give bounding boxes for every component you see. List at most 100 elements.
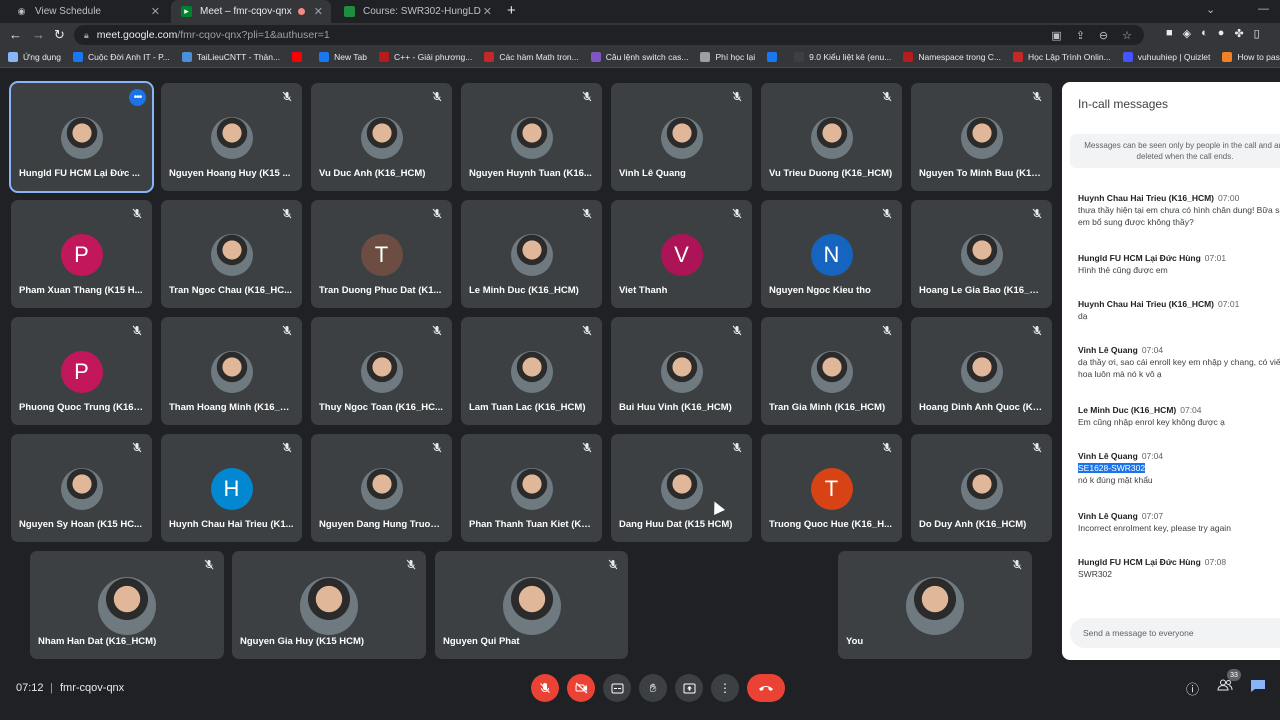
participant-tile[interactable]: Thuy Ngoc Toan (K16_HC... xyxy=(311,317,452,425)
bookmark-item[interactable]: C++ - Giải phương... xyxy=(379,52,472,62)
message-text: Em cũng nhập enrol key không được ạ xyxy=(1078,417,1225,427)
participant-tile[interactable]: Nguyen Hoang Huy (K15 ... xyxy=(161,83,302,191)
tile-options-icon[interactable]: ••• xyxy=(129,89,146,106)
bookmark-item[interactable]: 9.0 Kiểu liệt kê (enu... xyxy=(794,52,891,62)
bookmark-item[interactable]: Phí học lại xyxy=(700,52,755,62)
share-icon[interactable]: ⇪ xyxy=(1076,29,1085,42)
bookmark-item[interactable]: Câu lệnh switch cas... xyxy=(590,52,688,62)
tab-search-icon[interactable]: ⌄ xyxy=(1206,3,1215,16)
bookmark-item[interactable]: New Tab xyxy=(319,52,367,62)
close-tab-icon[interactable]: ✕ xyxy=(483,5,492,18)
bookmark-item[interactable]: Học Lập Trình Onlin... xyxy=(1013,52,1111,62)
message-time: 07:00 xyxy=(1218,193,1240,203)
bookmark-item[interactable]: TaiLieuCNTT - Thản... xyxy=(181,52,280,62)
message-text: Hình thẻ cũng được em xyxy=(1078,265,1168,275)
tab-course[interactable]: Course: SWR302-HungLD ✕ xyxy=(334,0,500,23)
participant-tile[interactable]: Tran Ngoc Chau (K16_HC... xyxy=(161,200,302,308)
url-field[interactable]: 🔒︎ meet.google.com/fmr-cqov-qnx?pli=1&au… xyxy=(74,25,1144,45)
shield-icon[interactable]: ◈ xyxy=(1183,27,1191,40)
bookmark-item[interactable]: Ứng dụng xyxy=(8,52,61,62)
people-icon[interactable] xyxy=(1217,679,1233,694)
participant-tile[interactable]: Nguyen Huynh Tuan (K16... xyxy=(461,83,602,191)
participant-tile[interactable]: T Tran Duong Phuc Dat (K1... xyxy=(311,200,452,308)
participant-tile[interactable]: Do Duy Anh (K16_HCM) xyxy=(911,434,1052,542)
participant-tile[interactable]: P Phuong Quoc Trung (K16_... xyxy=(11,317,152,425)
participant-tile[interactable]: Nham Han Dat (K16_HCM) xyxy=(30,551,224,659)
participant-tile[interactable]: N Nguyen Ngoc Kieu tho xyxy=(761,200,902,308)
participant-tile[interactable]: V Viet Thanh xyxy=(611,200,752,308)
extension-icon[interactable]: ◐ xyxy=(1201,27,1208,40)
participant-tile[interactable]: P Pham Xuan Thang (K15 H... xyxy=(11,200,152,308)
bookmark-favicon-icon xyxy=(794,52,805,62)
bookmark-item[interactable] xyxy=(292,52,307,62)
participant-tile[interactable]: Tham Hoang Minh (K16_H... xyxy=(161,317,302,425)
forward-icon[interactable]: → xyxy=(32,27,45,42)
chat-message-input[interactable]: Send a message to everyone xyxy=(1070,618,1280,648)
chat-icon[interactable] xyxy=(1250,679,1266,696)
back-icon[interactable]: ← xyxy=(9,27,22,42)
participant-avatar xyxy=(60,117,103,159)
participant-name: Vu Duc Anh (K16_HCM) xyxy=(319,168,426,179)
microphone-toggle-button[interactable] xyxy=(531,674,559,702)
camera-toggle-button[interactable] xyxy=(567,674,595,702)
puzzle-icon[interactable]: ✤ xyxy=(1234,27,1243,40)
leave-call-button[interactable] xyxy=(747,674,785,702)
participant-tile[interactable]: Nguyen Qui Phat xyxy=(435,551,628,659)
participant-tile[interactable]: Hungld FU HCM Lại Đức ... ••• xyxy=(9,81,154,193)
participant-tile[interactable]: Bui Huu Vinh (K16_HCM) xyxy=(611,317,752,425)
new-tab-button[interactable]: + xyxy=(507,2,516,19)
bookmark-item[interactable]: vuhuuhiep | Quizlet xyxy=(1122,52,1210,62)
bookmark-item[interactable] xyxy=(767,52,782,62)
participant-tile[interactable]: Tran Gia Minh (K16_HCM) xyxy=(761,317,902,425)
participant-tile[interactable]: Hoang Dinh Anh Quoc (K1... xyxy=(911,317,1052,425)
mic-off-icon xyxy=(1012,559,1022,570)
tab-meet[interactable]: ▸ Meet – fmr-cqov-qnx ✕ xyxy=(171,0,331,23)
participant-tile[interactable]: Nguyen Sy Hoan (K15 HC... xyxy=(11,434,152,542)
zoom-icon[interactable]: ⊖ xyxy=(1099,29,1108,42)
participant-tile[interactable]: Dang Huu Dat (K15 HCM) xyxy=(611,434,752,542)
tab-view-schedule[interactable]: ◉ View Schedule ✕ xyxy=(6,0,168,23)
bookmark-item[interactable]: Cuộc Đời Anh IT - P... xyxy=(72,52,170,62)
divider: | xyxy=(50,682,53,694)
participant-tile[interactable]: Vu Trieu Duong (K16_HCM) xyxy=(761,83,902,191)
bookmark-star-icon[interactable]: ☆ xyxy=(1122,29,1132,42)
participant-tile[interactable]: Phan Thanh Tuan Kiet (K1... xyxy=(461,434,602,542)
participant-tile[interactable]: Vu Duc Anh (K16_HCM) xyxy=(311,83,452,191)
message-time: 07:04 xyxy=(1141,345,1164,355)
participant-avatar xyxy=(60,468,103,510)
bookmark-item[interactable]: How to pass a 2D a... xyxy=(1222,52,1280,62)
hang-up-icon xyxy=(759,686,773,691)
raise-hand-button[interactable]: ✋︎ xyxy=(639,674,667,702)
camera-in-use-icon[interactable]: ▣ xyxy=(1051,29,1061,42)
participant-tile[interactable]: Vinh Lê Quang xyxy=(611,83,752,191)
more-options-button[interactable]: ⋮ xyxy=(711,674,739,702)
participant-tile[interactable]: Nguyen Dang Hung Truon... xyxy=(311,434,452,542)
participant-tile[interactable]: T Truong Quoc Hue (K16_H... xyxy=(761,434,902,542)
mic-off-icon xyxy=(204,559,214,570)
participant-tile[interactable]: Nguyen Gia Huy (K15 HCM) xyxy=(232,551,426,659)
bookmark-favicon-icon xyxy=(484,52,495,62)
minimize-icon[interactable]: — xyxy=(1258,3,1269,15)
extension-icon[interactable]: ● xyxy=(1218,27,1225,40)
reload-icon[interactable]: ↻ xyxy=(54,27,65,43)
participant-tile[interactable]: Hoang Le Gia Bao (K16_H... xyxy=(911,200,1052,308)
bookmark-item[interactable]: Namespace trong C... xyxy=(903,52,1001,62)
close-tab-icon[interactable]: ✕ xyxy=(151,5,160,18)
participant-tile[interactable]: Nguyen To Minh Buu (K16... xyxy=(911,83,1052,191)
participant-tile[interactable]: H Huynh Chau Hai Trieu (K1... xyxy=(161,434,302,542)
participant-tile[interactable]: Le Minh Duc (K16_HCM) xyxy=(461,200,602,308)
participant-tile[interactable]: You xyxy=(838,551,1032,659)
mic-off-icon xyxy=(282,442,292,453)
mic-off-icon xyxy=(882,325,892,336)
more-vert-icon: ⋮ xyxy=(719,681,731,695)
meet-stage: Hungld FU HCM Lại Đức ... ••• Nguyen Hoang… xyxy=(0,68,1280,720)
meeting-details-icon[interactable]: ⓘ xyxy=(1186,679,1199,698)
bookmark-item[interactable]: Các hàm Math tron... xyxy=(484,52,579,62)
captions-button[interactable] xyxy=(603,674,631,702)
sidebar-icon[interactable]: ▯ xyxy=(1254,27,1260,40)
present-now-button[interactable] xyxy=(675,674,703,702)
participant-tile[interactable]: Lam Tuan Lac (K16_HCM) xyxy=(461,317,602,425)
close-tab-icon[interactable]: ✕ xyxy=(314,5,323,18)
extension-icon[interactable]: ■ xyxy=(1166,27,1173,40)
message-text: thưa thầy hiện tại em chưa có hình chân … xyxy=(1078,205,1280,227)
